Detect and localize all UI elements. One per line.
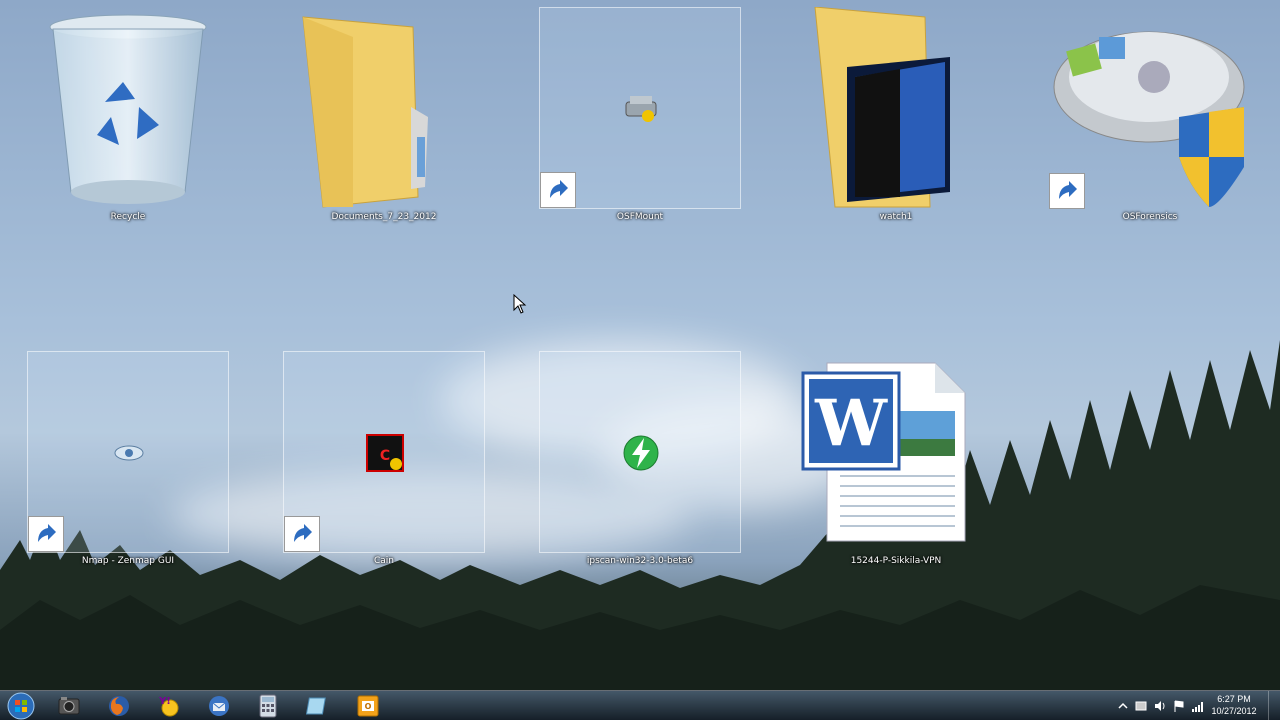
shortcut-arrow-icon <box>28 516 64 552</box>
taskbar-explorer-button[interactable] <box>47 692 91 720</box>
svg-text:O: O <box>365 702 372 711</box>
mouse-cursor-icon <box>513 294 527 314</box>
outlook-icon: O <box>357 695 379 717</box>
firefox-icon <box>109 696 129 716</box>
desktop-icon-label: OSForensics <box>1122 212 1178 222</box>
ipscan-icon <box>623 435 659 471</box>
taskbar-yahoo-messenger-button[interactable]: Y! <box>147 692 191 720</box>
taskbar: Y! O 6:27 PM 10/27/2012 <box>0 690 1280 720</box>
desktop-icon-label: ipscan-win32-3.0-beta6 <box>586 556 694 566</box>
calculator-icon <box>259 694 277 718</box>
desktop-icon-label: 15244-P-Sikkila-VPN <box>850 556 942 566</box>
clock-date: 10/27/2012 <box>1211 706 1257 716</box>
yahoo-messenger-icon: Y! <box>158 696 179 717</box>
network-device-icon[interactable] <box>1134 699 1148 713</box>
thunderbird-icon <box>209 696 229 716</box>
desktop-icon-documents-folder[interactable]: Documents_7_23_2012 <box>283 7 485 229</box>
desktop-icon-osfmount[interactable]: OSFMount <box>539 7 741 229</box>
flag-action-center-icon[interactable] <box>1172 699 1186 713</box>
desktop-icon-ipscan[interactable]: ipscan-win32-3.0-beta6 <box>539 351 741 573</box>
clock-time: 6:27 PM <box>1217 694 1251 704</box>
desktop-icon-label: OSFMount <box>616 212 664 222</box>
desktop-icon-label: Cain <box>373 556 394 566</box>
desktop-icon-label: Nmap - Zenmap GUI <box>81 556 175 566</box>
volume-icon[interactable] <box>1153 699 1167 713</box>
folder-with-image-icon <box>814 6 950 208</box>
windows-start-icon <box>7 692 35 720</box>
svg-text:W: W <box>814 386 888 461</box>
taskbar-outlook-button[interactable]: O <box>346 692 390 720</box>
shortcut-arrow-icon <box>1049 173 1085 209</box>
desktop-icon-cain[interactable]: C Cain <box>283 351 485 573</box>
explorer-icon <box>58 697 80 715</box>
svg-text:C: C <box>380 448 390 464</box>
desktop-icon-recycle[interactable]: Recycle <box>27 7 229 229</box>
svg-text:Y!: Y! <box>158 696 171 707</box>
desktop-icon-word-document[interactable]: W 15244-P-Sikkila-VPN <box>795 351 997 573</box>
folder-icon <box>302 16 428 208</box>
show-hidden-icons-chevron-icon[interactable] <box>1116 699 1130 713</box>
desktop-icon-label: watch1 <box>879 212 913 222</box>
notepad-icon <box>306 697 326 715</box>
desktop-icon-osforensics[interactable]: OSForensics <box>1049 7 1251 229</box>
desktop-icon-label: Recycle <box>110 212 146 222</box>
desktop-icon-watch1-folder[interactable]: watch1 <box>795 6 997 229</box>
desktop-icon-nmap[interactable]: Nmap - Zenmap GUI <box>27 351 229 573</box>
recycle-bin-icon <box>49 14 207 204</box>
taskbar-notepad-button[interactable] <box>296 692 340 720</box>
taskbar-firefox-button[interactable] <box>97 692 141 720</box>
taskbar-thunderbird-button[interactable] <box>197 692 241 720</box>
taskbar-calculator-button[interactable] <box>246 692 290 720</box>
system-clock[interactable]: 6:27 PM 10/27/2012 <box>1204 693 1264 717</box>
wifi-signal-icon[interactable] <box>1191 699 1205 713</box>
word-document-icon: W <box>801 362 966 542</box>
shortcut-arrow-icon <box>540 172 576 208</box>
show-desktop-button[interactable] <box>1268 691 1280 720</box>
desktop-icon-label: Documents_7_23_2012 <box>331 212 437 222</box>
start-button[interactable] <box>6 692 36 720</box>
shortcut-arrow-icon <box>284 516 320 552</box>
